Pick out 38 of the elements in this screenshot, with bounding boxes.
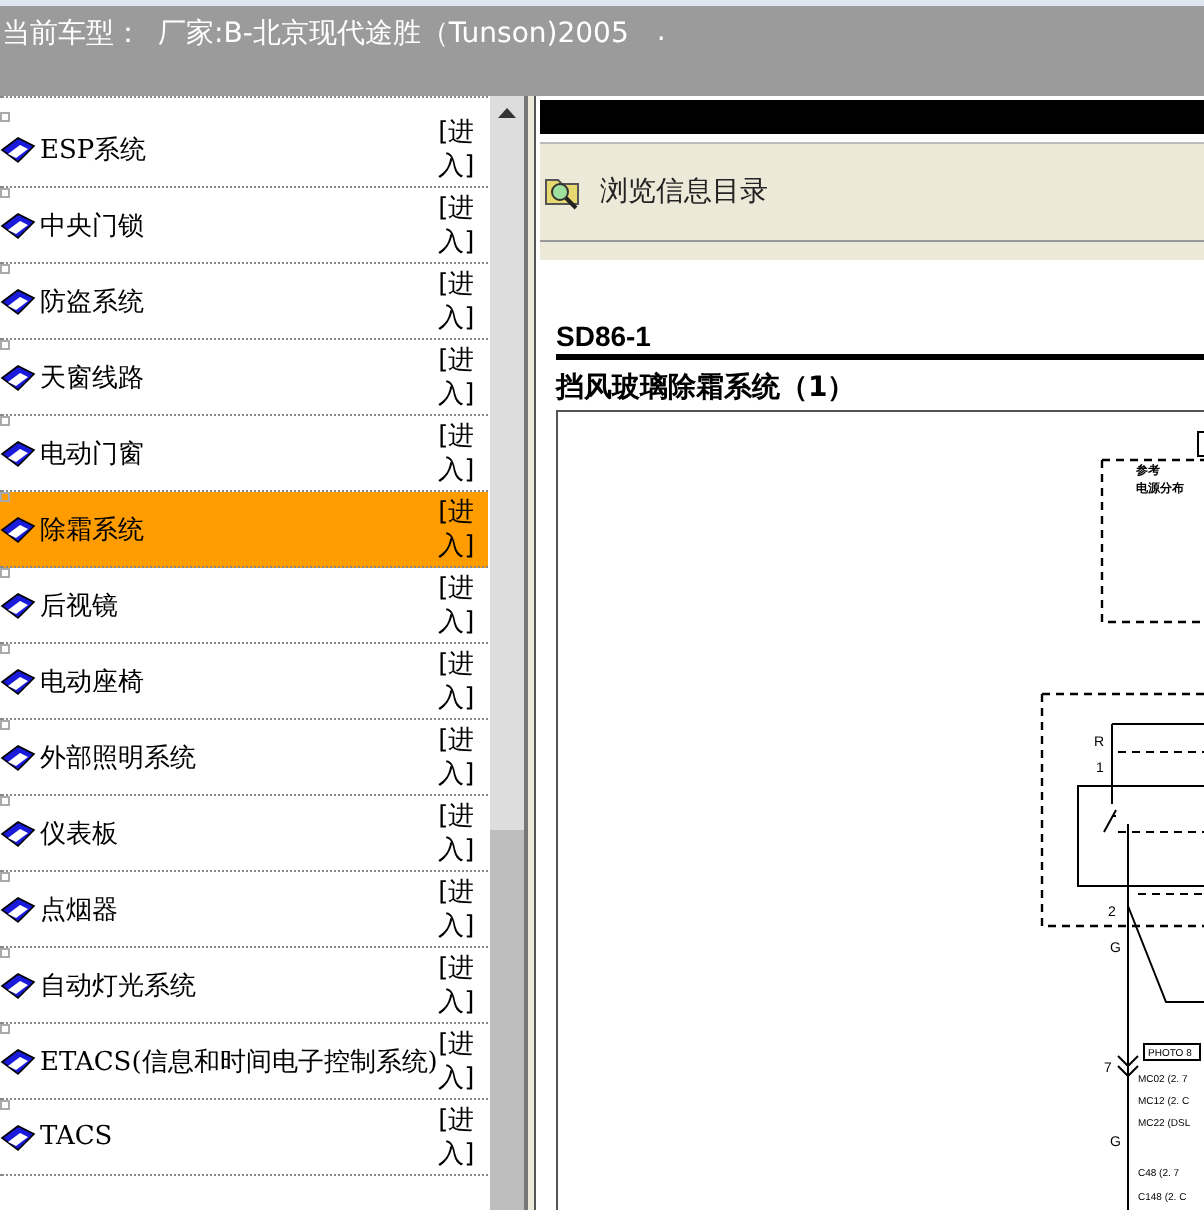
enter-link[interactable]: [进入] (438, 267, 483, 335)
dot-text: . (656, 16, 666, 52)
system-name: 除霜系统 (40, 513, 146, 547)
enter-link[interactable]: [进入] (438, 1027, 483, 1095)
system-name: 仪表板 (40, 817, 120, 851)
diagram-title: 挡风玻璃除霜系统（1） (556, 370, 858, 406)
system-name: 后视镜 (40, 589, 120, 623)
enter-link[interactable]: [进入] (438, 951, 483, 1019)
system-name: TACS (40, 1122, 115, 1152)
system-name: ESP系统 (40, 133, 149, 167)
enter-link[interactable]: [进入] (438, 723, 483, 791)
enter-link[interactable]: [进入] (438, 1103, 483, 1171)
toolbar-label[interactable]: 浏览信息目录 (600, 174, 768, 210)
scroll-up-icon[interactable] (498, 108, 517, 118)
enter-link[interactable]: [进入] (438, 647, 483, 715)
diagram-code: SD86-1 (556, 320, 1204, 360)
enter-link[interactable]: [进入] (438, 343, 483, 411)
system-name: 外部照明系统 (40, 741, 198, 775)
enter-link[interactable]: [进入] (438, 799, 483, 867)
enter-link[interactable]: [进入] (438, 495, 483, 563)
system-name: ETACS(信息和时间电子控制系统) (40, 1045, 438, 1079)
enter-link[interactable]: [进入] (438, 115, 483, 183)
vehicle-label: 当前车型： (2, 16, 142, 52)
system-name: 电动门窗 (40, 437, 146, 471)
enter-link[interactable]: [进入] (438, 875, 483, 943)
system-name: 中央门锁 (40, 209, 146, 243)
enter-link[interactable]: [进入] (438, 571, 483, 639)
enter-link[interactable]: [进入] (438, 419, 483, 487)
system-name: 点烟器 (40, 893, 120, 927)
book-icon (0, 515, 36, 543)
system-name: 防盗系统 (40, 285, 146, 319)
scrollbar[interactable] (488, 96, 524, 1210)
enter-link[interactable]: [进入] (438, 191, 483, 259)
system-name: 电动座椅 (40, 665, 146, 699)
system-name: 天窗线路 (40, 361, 146, 395)
vehicle-name: 厂家:B-北京现代途胜（Tunson)2005 (158, 16, 629, 52)
system-row[interactable]: 除霜系统 [进入] (0, 492, 489, 568)
system-name: 自动灯光系统 (40, 969, 198, 1003)
